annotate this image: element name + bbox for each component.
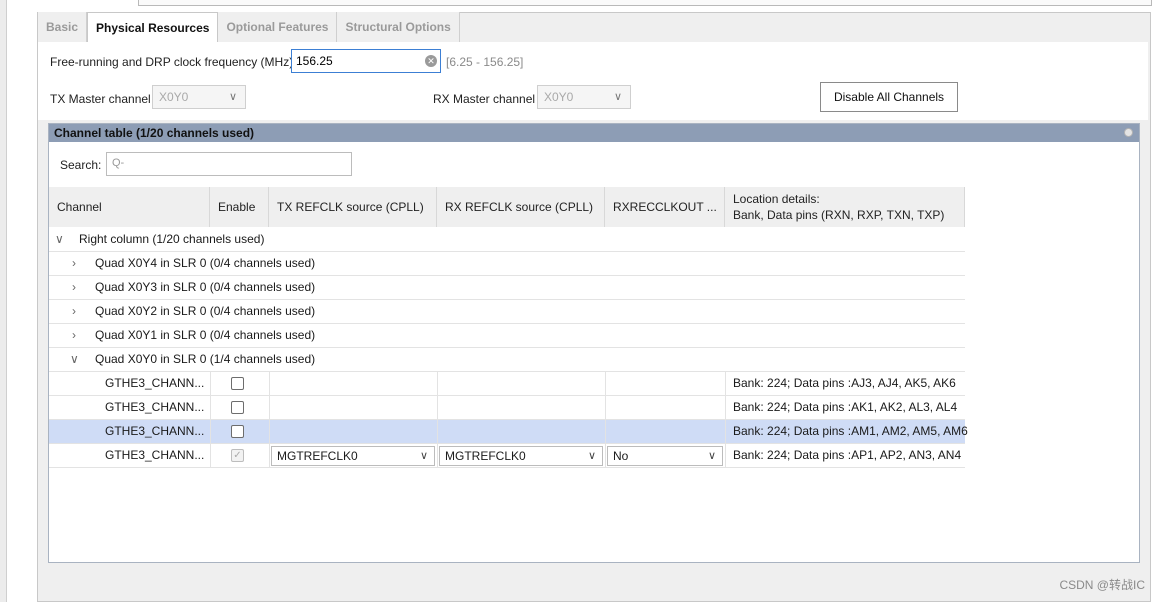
location-details: Bank: 224; Data pins :AM1, AM2, AM5, AM6 xyxy=(733,424,968,438)
freq-input[interactable] xyxy=(292,50,420,72)
quad-label: Quad X0Y2 in SLR 0 (0/4 channels used) xyxy=(95,304,316,318)
panel-options-icon[interactable] xyxy=(1124,128,1133,137)
channel-name: GTHE3_CHANN... xyxy=(105,376,205,390)
rx-refclk-select[interactable]: MGTREFCLK0 ∨ xyxy=(439,446,603,466)
chevron-down-icon: ∨ xyxy=(613,91,622,103)
top-text-field-edge xyxy=(138,0,1152,6)
freq-label: Free-running and DRP clock frequency (MH… xyxy=(50,55,294,69)
col-header-enable[interactable]: Enable xyxy=(210,187,269,227)
tree-row-root[interactable]: ∨ Right column (1/20 channels used) xyxy=(49,228,965,252)
col-header-tx-refclk[interactable]: TX REFCLK source (CPLL) xyxy=(269,187,437,227)
rx-refclk-value: MGTREFCLK0 xyxy=(445,449,526,463)
enable-checkbox-checked[interactable]: ✓ xyxy=(231,449,244,462)
quad-label: Quad X0Y0 in SLR 0 (1/4 channels used) xyxy=(95,352,316,366)
freq-input-box[interactable]: ✕ xyxy=(291,49,441,73)
left-window-strip xyxy=(0,0,7,602)
location-details: Bank: 224; Data pins :AJ3, AJ4, AK5, AK6 xyxy=(733,376,956,390)
watermark: CSDN @转战IC xyxy=(1059,578,1145,592)
tree-root-label: Right column (1/20 channels used) xyxy=(79,232,265,246)
channel-table-title: Channel table (1/20 channels used) xyxy=(54,126,255,140)
tx-master-value: X0Y0 xyxy=(159,90,189,104)
col-header-location-line2: Bank, Data pins (RXN, RXP, TXN, TXP) xyxy=(733,208,945,222)
search-input-box[interactable]: Q- xyxy=(106,152,352,176)
rxrecclkout-value: No xyxy=(613,449,629,463)
rx-master-select[interactable]: X0Y0 ∨ xyxy=(537,85,631,109)
tab-physical-resources[interactable]: Physical Resources xyxy=(87,12,219,43)
rxrecclkout-select[interactable]: No ∨ xyxy=(607,446,723,466)
channel-table-header: Channel table (1/20 channels used) xyxy=(49,124,1139,142)
freq-range: [6.25 - 156.25] xyxy=(446,55,524,69)
channel-row[interactable]: GTHE3_CHANN... Bank: 224; Data pins :AJ3… xyxy=(49,372,965,396)
chevron-down-icon: ∨ xyxy=(587,450,596,462)
quad-label: Quad X0Y1 in SLR 0 (0/4 channels used) xyxy=(95,328,316,342)
tab-bar: Basic Physical Resources Optional Featur… xyxy=(38,12,460,43)
quad-label: Quad X0Y4 in SLR 0 (0/4 channels used) xyxy=(95,256,316,270)
location-details: Bank: 224; Data pins :AP1, AP2, AN3, AN4 xyxy=(733,448,962,462)
enable-checkbox[interactable] xyxy=(231,401,244,414)
tab-basic[interactable]: Basic xyxy=(38,12,88,42)
col-header-rxrecclkout[interactable]: RXRECCLKOUT ... xyxy=(605,187,725,227)
location-details: Bank: 224; Data pins :AK1, AK2, AL3, AL4 xyxy=(733,400,958,414)
rx-master-label: RX Master channel xyxy=(433,92,536,106)
expand-chevron-icon[interactable]: › xyxy=(72,324,76,347)
col-header-channel[interactable]: Channel xyxy=(49,187,210,227)
col-header-location-line1: Location details: xyxy=(733,192,820,206)
tree-row-quad[interactable]: › Quad X0Y3 in SLR 0 (0/4 channels used) xyxy=(49,276,965,300)
channel-row[interactable]: GTHE3_CHANN... ✓ MGTREFCLK0 ∨ MGTREFCLK0… xyxy=(49,444,965,468)
rx-master-value: X0Y0 xyxy=(544,90,574,104)
search-placeholder: Q- xyxy=(112,157,125,169)
tree-row-quad[interactable]: › Quad X0Y4 in SLR 0 (0/4 channels used) xyxy=(49,252,965,276)
channel-name: GTHE3_CHANN... xyxy=(105,448,205,462)
channel-name: GTHE3_CHANN... xyxy=(105,400,205,414)
collapse-chevron-icon[interactable]: ∨ xyxy=(55,228,64,251)
chevron-down-icon: ∨ xyxy=(228,91,237,103)
tab-structural-options[interactable]: Structural Options xyxy=(337,12,460,42)
tx-master-label: TX Master channel xyxy=(50,92,151,106)
expand-chevron-icon[interactable]: › xyxy=(72,300,76,323)
tx-master-select[interactable]: X0Y0 ∨ xyxy=(152,85,246,109)
col-header-rx-refclk[interactable]: RX REFCLK source (CPLL) xyxy=(437,187,605,227)
chevron-down-icon: ∨ xyxy=(419,450,428,462)
bottom-bar xyxy=(38,566,1148,599)
tab-optional-features[interactable]: Optional Features xyxy=(218,12,338,42)
quad-label: Quad X0Y3 in SLR 0 (0/4 channels used) xyxy=(95,280,316,294)
enable-checkbox[interactable] xyxy=(231,377,244,390)
channel-row[interactable]: GTHE3_CHANN... Bank: 224; Data pins :AK1… xyxy=(49,396,965,420)
tx-refclk-select[interactable]: MGTREFCLK0 ∨ xyxy=(271,446,435,466)
search-label: Search: xyxy=(60,158,102,172)
tree-row-quad[interactable]: ∨ Quad X0Y0 in SLR 0 (1/4 channels used) xyxy=(49,348,965,372)
tree-row-quad[interactable]: › Quad X0Y1 in SLR 0 (0/4 channels used) xyxy=(49,324,965,348)
disable-all-channels-button[interactable]: Disable All Channels xyxy=(820,82,958,112)
col-header-location[interactable]: Location details: Bank, Data pins (RXN, … xyxy=(725,187,965,227)
channel-name: GTHE3_CHANN... xyxy=(105,424,205,438)
expand-chevron-icon[interactable]: › xyxy=(72,252,76,275)
collapse-chevron-icon[interactable]: ∨ xyxy=(70,348,79,371)
channel-row-selected[interactable]: GTHE3_CHANN... Bank: 224; Data pins :AM1… xyxy=(49,420,968,444)
tree-row-quad[interactable]: › Quad X0Y2 in SLR 0 (0/4 channels used) xyxy=(49,300,965,324)
clear-icon[interactable]: ✕ xyxy=(425,55,437,67)
chevron-down-icon: ∨ xyxy=(707,450,716,462)
tx-refclk-value: MGTREFCLK0 xyxy=(277,449,358,463)
expand-chevron-icon[interactable]: › xyxy=(72,276,76,299)
enable-checkbox[interactable] xyxy=(231,425,244,438)
